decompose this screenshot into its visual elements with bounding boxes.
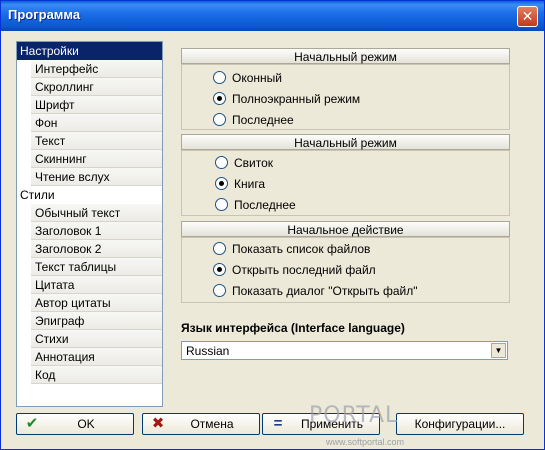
- settings-tree[interactable]: Настройки Интерфейс Скроллинг Шрифт Фон Текст…: [16, 41, 163, 407]
- radio-label: Книга: [234, 177, 266, 191]
- cancel-button[interactable]: ✖ Отмена: [142, 413, 260, 435]
- radio-circle: [213, 263, 226, 276]
- tree-item[interactable]: Цитата: [31, 276, 162, 294]
- tree-item[interactable]: Скроллинг: [31, 78, 162, 96]
- tree-category[interactable]: Стили: [17, 186, 162, 204]
- group-header-view-mode: Начальный режим: [181, 134, 510, 150]
- radio-circle: [215, 177, 228, 190]
- cross-icon: ✖: [151, 415, 165, 432]
- language-select[interactable]: Russian ▼: [181, 341, 508, 360]
- tree-category[interactable]: Настройки: [17, 42, 162, 60]
- cancel-button-label: Отмена: [190, 417, 234, 431]
- radio-circle: [215, 156, 228, 169]
- group-view-mode: Свиток Книга Последнее: [181, 150, 510, 216]
- watermark-logo: PORTAL: [309, 403, 399, 428]
- radio-label: Открыть последний файл: [232, 263, 376, 277]
- group-header-start-mode: Начальный режим: [181, 48, 510, 64]
- tree-item[interactable]: Обычный текст: [31, 204, 162, 222]
- group-start-action: Показать список файлов Открыть последний…: [181, 237, 510, 303]
- ok-button-label: OK: [77, 417, 95, 431]
- radio-circle: [213, 113, 226, 126]
- tree-item[interactable]: Чтение вслух: [31, 168, 162, 186]
- radio-label: Последнее: [234, 198, 296, 212]
- tree-item[interactable]: Аннотация: [31, 348, 162, 366]
- dialog-window: Программа ✕ Настройки Интерфейс Скроллинг Ш…: [0, 0, 545, 450]
- check-icon: ✔: [25, 415, 39, 432]
- tree-item[interactable]: Заголовок 2: [31, 240, 162, 258]
- tree-item[interactable]: Фон: [31, 114, 162, 132]
- radio-label: Свиток: [234, 156, 274, 170]
- tree-item[interactable]: Интерфейс: [31, 60, 162, 78]
- radio-label: Последнее: [232, 113, 294, 127]
- group-start-mode: Оконный Полноэкранный режим Последнее: [181, 64, 510, 130]
- watermark-url: www.softportal.com: [326, 437, 405, 447]
- radio-circle: [215, 198, 228, 211]
- radio-circle: [213, 284, 226, 297]
- radio-circle: [213, 242, 226, 255]
- window-title: Программа: [8, 7, 81, 22]
- language-select-value: Russian: [186, 344, 230, 358]
- title-bar[interactable]: Программа ✕: [1, 1, 544, 31]
- config-button-label: Конфигурации...: [414, 417, 506, 431]
- tree-item[interactable]: Заголовок 1: [31, 222, 162, 240]
- tree-item[interactable]: Скиннинг: [31, 150, 162, 168]
- ok-button[interactable]: ✔ OK: [16, 413, 134, 435]
- radio-circle: [213, 92, 226, 105]
- tree-item[interactable]: Стихи: [31, 330, 162, 348]
- tree-item[interactable]: Автор цитаты: [31, 294, 162, 312]
- tree-item[interactable]: Код: [31, 366, 162, 384]
- radio-label: Показать диалог "Открыть файл": [232, 284, 418, 298]
- radio-label: Показать список файлов: [232, 242, 371, 256]
- close-icon: ✕: [521, 8, 534, 24]
- dialog-client: Настройки Интерфейс Скроллинг Шрифт Фон Текст…: [4, 31, 541, 448]
- tree-item[interactable]: Шрифт: [31, 96, 162, 114]
- tree-item[interactable]: Текст таблицы: [31, 258, 162, 276]
- group-header-start-action: Начальное действие: [181, 221, 510, 237]
- tree-item[interactable]: Текст: [31, 132, 162, 150]
- chevron-down-icon[interactable]: ▼: [491, 343, 506, 358]
- radio-label: Оконный: [232, 71, 282, 85]
- config-button[interactable]: Конфигурации...: [396, 413, 524, 435]
- radio-label: Полноэкранный режим: [232, 92, 361, 106]
- tree-item[interactable]: Эпиграф: [31, 312, 162, 330]
- equals-icon: =: [273, 415, 283, 432]
- close-button[interactable]: ✕: [517, 6, 538, 27]
- language-label: Язык интерфейса (Interface language): [181, 321, 405, 335]
- radio-circle: [213, 71, 226, 84]
